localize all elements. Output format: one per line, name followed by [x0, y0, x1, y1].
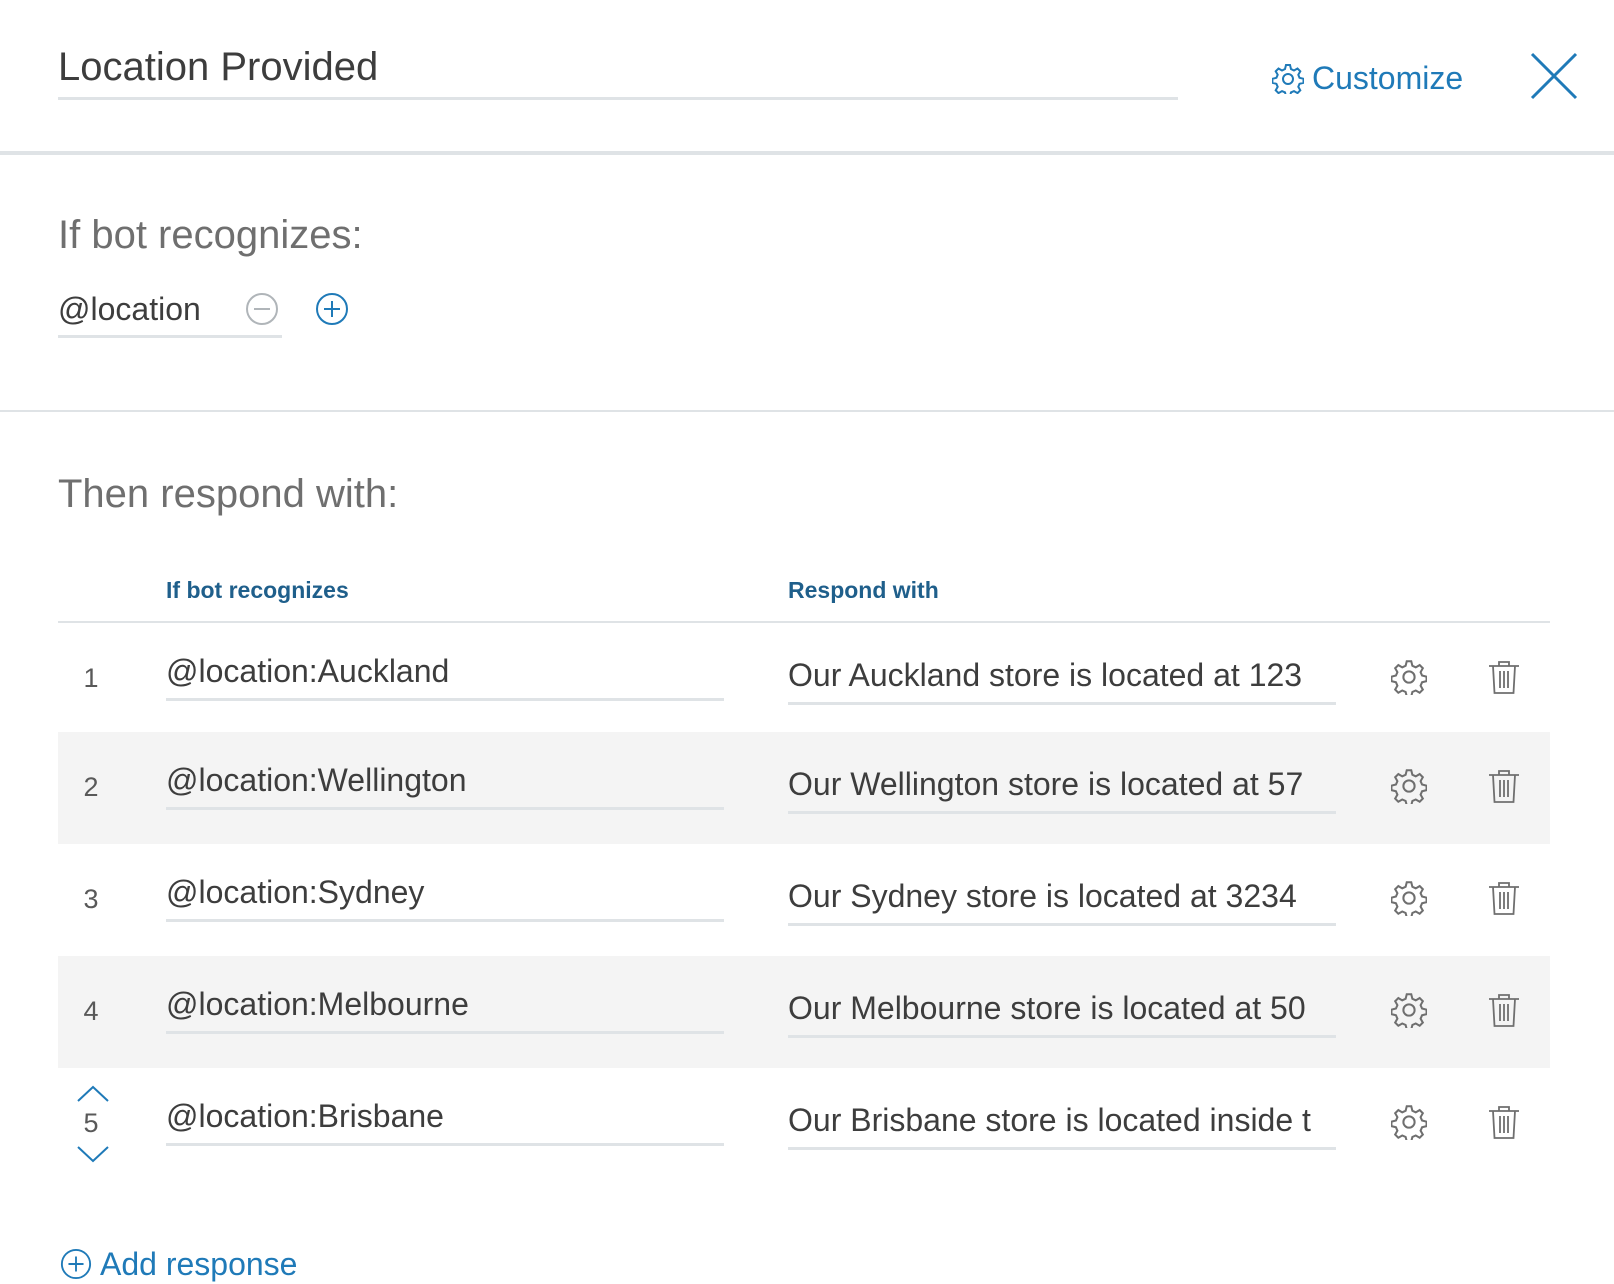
responses-table-header: If bot recognizes Respond with [58, 575, 1550, 623]
responses-section-title: Then respond with: [58, 472, 399, 516]
table-row: 4 @location:Melbourne Our Melbourne stor… [58, 956, 1550, 1068]
row-response-input[interactable]: Our Auckland store is located at 123 [788, 657, 1336, 705]
row-number: 3 [83, 884, 99, 914]
gear-icon[interactable] [1391, 992, 1427, 1028]
trash-icon[interactable] [1487, 992, 1521, 1028]
gear-icon[interactable] [1391, 659, 1427, 695]
add-response-button[interactable]: Add response [60, 1244, 297, 1284]
column-header-response: Respond with [788, 577, 939, 603]
row-number: 4 [83, 996, 99, 1026]
node-header: Customize [0, 0, 1614, 155]
trash-icon[interactable] [1487, 880, 1521, 916]
table-row: 2 @location:Wellington Our Wellington st… [58, 732, 1550, 844]
row-condition-input[interactable]: @location:Brisbane [166, 1098, 724, 1146]
add-response-label: Add response [100, 1245, 298, 1282]
condition-value: @location [58, 291, 201, 327]
row-response-input[interactable]: Our Melbourne store is located at 50 [788, 990, 1336, 1038]
node-name-input[interactable] [58, 38, 1178, 100]
move-up-icon[interactable] [76, 1084, 110, 1104]
row-number: 2 [83, 772, 99, 802]
trash-icon[interactable] [1487, 768, 1521, 804]
row-condition-input[interactable]: @location:Wellington [166, 762, 724, 810]
column-header-condition: If bot recognizes [166, 577, 349, 603]
customize-button[interactable]: Customize [1272, 56, 1463, 100]
row-response-input[interactable]: Our Wellington store is located at 57 [788, 766, 1336, 814]
row-condition-input[interactable]: @location:Melbourne [166, 986, 724, 1034]
remove-condition-icon[interactable] [245, 292, 279, 326]
condition-section-title: If bot recognizes: [58, 213, 363, 257]
close-icon[interactable] [1528, 50, 1580, 102]
gear-icon[interactable] [1391, 1104, 1427, 1140]
row-response-input[interactable]: Our Brisbane store is located inside t [788, 1102, 1336, 1150]
add-condition-icon[interactable] [315, 292, 349, 326]
add-icon [60, 1248, 92, 1280]
gear-icon [1272, 64, 1304, 94]
gear-icon[interactable] [1391, 880, 1427, 916]
row-condition-input[interactable]: @location:Sydney [166, 874, 724, 922]
trash-icon[interactable] [1487, 659, 1521, 695]
move-down-icon[interactable] [76, 1144, 110, 1164]
gear-icon[interactable] [1391, 768, 1427, 804]
row-response-input[interactable]: Our Sydney store is located at 3234 [788, 878, 1336, 926]
row-condition-input[interactable]: @location:Auckland [166, 653, 724, 701]
condition-section: If bot recognizes: @location [0, 155, 1614, 412]
row-number: 1 [83, 663, 99, 693]
trash-icon[interactable] [1487, 1104, 1521, 1140]
table-row: 5 @location:Brisbane Our Brisbane store … [58, 1068, 1550, 1180]
row-number: 5 [83, 1108, 99, 1138]
table-row: 1 @location:Auckland Our Auckland store … [58, 623, 1550, 735]
table-row: 3 @location:Sydney Our Sydney store is l… [58, 844, 1550, 956]
customize-label: Customize [1312, 59, 1464, 96]
